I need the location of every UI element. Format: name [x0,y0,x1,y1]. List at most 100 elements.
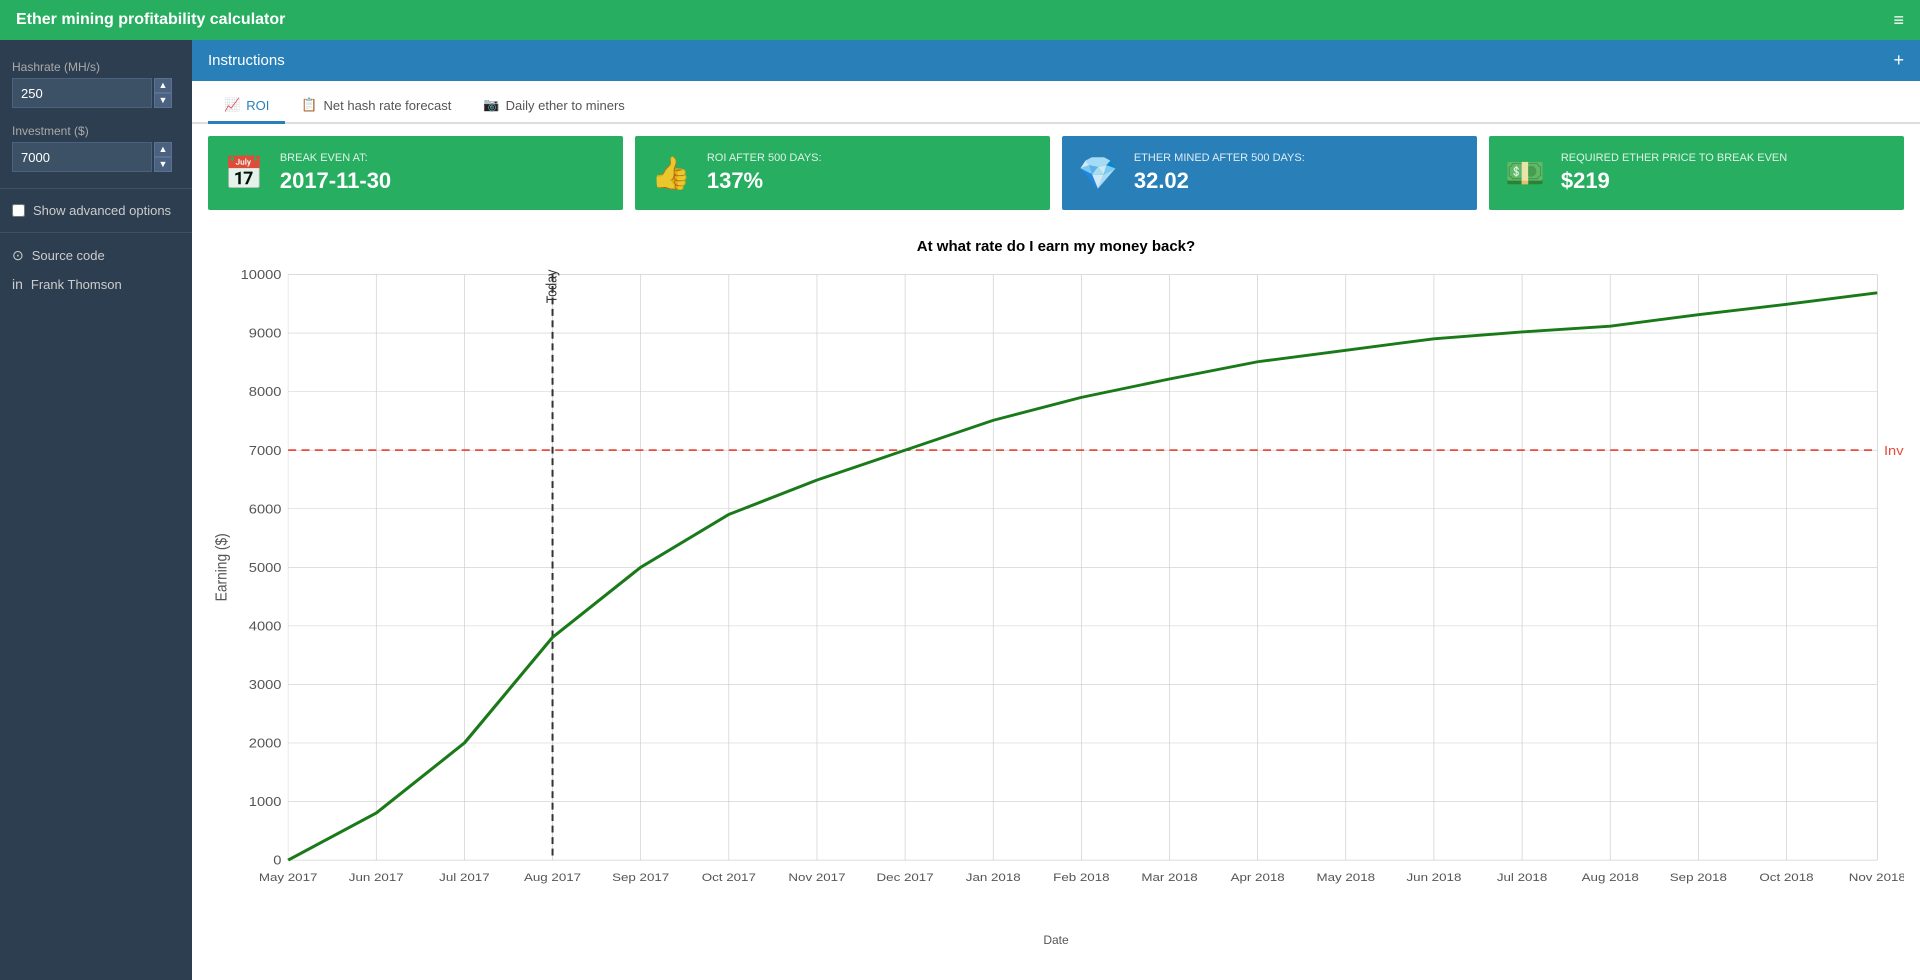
linkedin-link[interactable]: in Frank Thomson [0,270,192,298]
advanced-options-toggle[interactable]: Show advanced options [0,197,192,224]
svg-text:9000: 9000 [249,327,282,341]
tab-nethash-icon: 📋 [301,97,317,113]
svg-text:Jun 2017: Jun 2017 [349,871,404,884]
roi-icon: 👍 [651,154,691,192]
source-code-label: Source code [32,248,105,263]
x-axis-label: Date [208,933,1904,947]
tab-roi-label: ROI [246,98,269,113]
earnings-chart: Today Investment 0 1000 2000 3000 4000 5… [208,263,1904,929]
sidebar: Hashrate (MH/s) ▲ ▼ Investment ($) ▲ ▼ [0,40,192,980]
svg-text:2000: 2000 [249,737,282,751]
svg-text:Sep 2018: Sep 2018 [1670,871,1727,884]
svg-text:Nov 2018: Nov 2018 [1849,871,1904,884]
required-price-icon: 💵 [1505,154,1545,192]
required-price-label: REQUIRED ETHER PRICE TO BREAK EVEN [1561,152,1787,164]
stat-card-required-price: 💵 REQUIRED ETHER PRICE TO BREAK EVEN $21… [1489,136,1904,210]
svg-text:Jul 2017: Jul 2017 [439,871,490,884]
investment-input-row: ▲ ▼ [12,142,180,172]
menu-icon[interactable]: ≡ [1893,10,1904,31]
svg-text:8000: 8000 [249,385,282,399]
svg-text:5000: 5000 [249,561,282,575]
hashrate-spinner: ▲ ▼ [154,78,172,108]
stat-card-roi: 👍 ROI AFTER 500 DAYS: 137% [635,136,1050,210]
roi-label: ROI AFTER 500 DAYS: [707,152,822,164]
svg-text:Jun 2018: Jun 2018 [1406,871,1461,884]
svg-text:Dec 2017: Dec 2017 [877,871,934,884]
hashrate-label: Hashrate (MH/s) [12,60,180,74]
svg-text:Aug 2017: Aug 2017 [524,871,581,884]
hashrate-input[interactable] [12,78,152,108]
navbar: Ether mining profitability calculator ≡ [0,0,1920,40]
instructions-bar: Instructions + [192,40,1920,81]
svg-text:Oct 2018: Oct 2018 [1759,871,1813,884]
svg-text:Jul 2018: Jul 2018 [1497,871,1548,884]
linkedin-label: Frank Thomson [31,277,122,292]
tab-nethash[interactable]: 📋 Net hash rate forecast [285,89,467,124]
hashrate-input-row: ▲ ▼ [12,78,180,108]
tab-roi-icon: 📈 [224,97,240,113]
svg-text:Mar 2018: Mar 2018 [1141,871,1197,884]
hashrate-section: Hashrate (MH/s) ▲ ▼ [0,52,192,116]
svg-text:10000: 10000 [241,268,282,282]
svg-text:0: 0 [273,854,282,868]
svg-text:3000: 3000 [249,678,282,692]
svg-text:4000: 4000 [249,619,282,633]
svg-text:Nov 2017: Nov 2017 [788,871,845,884]
investment-up-button[interactable]: ▲ [154,142,172,157]
roi-text: ROI AFTER 500 DAYS: 137% [707,152,822,194]
ether-mined-value: 32.02 [1134,168,1305,194]
investment-down-button[interactable]: ▼ [154,157,172,172]
svg-text:Today: Today [544,269,560,303]
tab-daily[interactable]: 📷 Daily ether to miners [467,89,640,124]
content-area: Instructions + 📈 ROI 📋 Net hash rate for… [192,40,1920,980]
breakeven-icon: 📅 [224,154,264,192]
tabs-bar: 📈 ROI 📋 Net hash rate forecast 📷 Daily e… [192,81,1920,124]
hashrate-up-button[interactable]: ▲ [154,78,172,93]
investment-section: Investment ($) ▲ ▼ [0,116,192,180]
required-price-text: REQUIRED ETHER PRICE TO BREAK EVEN $219 [1561,152,1787,194]
svg-text:Sep 2017: Sep 2017 [612,871,669,884]
tab-nethash-label: Net hash rate forecast [324,98,452,113]
roi-value: 137% [707,168,822,194]
ether-mined-text: ETHER MINED AFTER 500 DAYS: 32.02 [1134,152,1305,194]
svg-text:Apr 2018: Apr 2018 [1231,871,1285,884]
tab-daily-label: Daily ether to miners [506,98,625,113]
stat-cards: 📅 BREAK EVEN AT: 2017-11-30 👍 ROI AFTER … [192,124,1920,222]
stat-card-ether-mined: 💎 ETHER MINED AFTER 500 DAYS: 32.02 [1062,136,1477,210]
breakeven-value: 2017-11-30 [280,168,391,194]
svg-text:6000: 6000 [249,502,282,516]
tab-roi[interactable]: 📈 ROI [208,89,285,124]
svg-text:Aug 2018: Aug 2018 [1582,871,1639,884]
source-code-icon: ⊙ [12,247,24,264]
source-code-link[interactable]: ⊙ Source code [0,241,192,270]
tab-daily-icon: 📷 [483,97,499,113]
svg-text:May 2018: May 2018 [1317,871,1376,884]
svg-text:Oct 2017: Oct 2017 [702,871,756,884]
required-price-value: $219 [1561,168,1787,194]
hashrate-down-button[interactable]: ▼ [154,93,172,108]
svg-text:Investment: Investment [1884,444,1904,458]
instructions-title: Instructions [208,52,285,69]
svg-text:Jan 2018: Jan 2018 [966,871,1021,884]
chart-title: At what rate do I earn my money back? [208,238,1904,255]
main-layout: Hashrate (MH/s) ▲ ▼ Investment ($) ▲ ▼ [0,40,1920,980]
svg-text:Earning ($): Earning ($) [213,533,231,601]
ether-mined-icon: 💎 [1078,154,1118,192]
investment-input[interactable] [12,142,152,172]
ether-mined-label: ETHER MINED AFTER 500 DAYS: [1134,152,1305,164]
breakeven-text: BREAK EVEN AT: 2017-11-30 [280,152,391,194]
chart-container: At what rate do I earn my money back? [192,222,1920,980]
chart-wrapper: Today Investment 0 1000 2000 3000 4000 5… [208,263,1904,929]
svg-text:1000: 1000 [249,795,282,809]
advanced-options-checkbox[interactable] [12,204,25,217]
investment-spinner: ▲ ▼ [154,142,172,172]
app-title: Ether mining profitability calculator [16,11,1893,29]
instructions-expand-button[interactable]: + [1893,50,1904,71]
svg-text:May 2017: May 2017 [259,871,318,884]
svg-text:7000: 7000 [249,444,282,458]
investment-label: Investment ($) [12,124,180,138]
linkedin-icon: in [12,276,23,292]
stat-card-breakeven: 📅 BREAK EVEN AT: 2017-11-30 [208,136,623,210]
svg-text:Feb 2018: Feb 2018 [1053,871,1109,884]
advanced-options-label: Show advanced options [33,203,171,218]
